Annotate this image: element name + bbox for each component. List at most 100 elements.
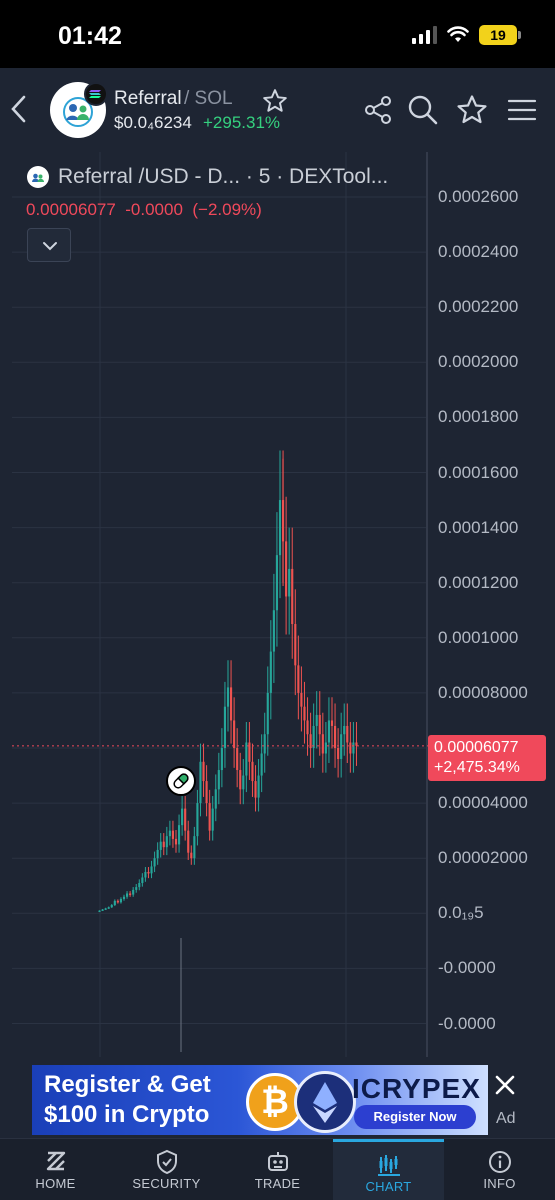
token-header: Referral / SOL $0.0₄6234 +295.31%	[0, 68, 555, 152]
candle	[288, 568, 291, 597]
candle	[294, 624, 297, 666]
candle	[346, 725, 349, 743]
candle	[245, 742, 248, 776]
candle	[269, 651, 272, 693]
y-axis-tick-label: 0.0002200	[438, 297, 519, 317]
candle	[104, 908, 107, 910]
candle	[202, 761, 205, 782]
candle	[337, 748, 340, 760]
candle	[318, 714, 321, 735]
ad-brand: ICRYPEX	[352, 1073, 481, 1104]
nav-info[interactable]: INFO	[444, 1139, 555, 1200]
candle	[113, 900, 116, 906]
candle	[190, 852, 193, 859]
watchlist-star-icon[interactable]	[456, 94, 488, 126]
y-axis-tick-label: 0.0001200	[438, 572, 519, 592]
candle	[303, 706, 306, 721]
candle	[168, 830, 171, 837]
battery-icon: 19	[479, 25, 521, 45]
candle	[110, 905, 113, 908]
ad-headline-line2: $100 in Crypto	[44, 1101, 210, 1128]
candle	[196, 803, 199, 837]
candle	[266, 692, 269, 735]
candle	[312, 725, 315, 748]
candle	[223, 706, 227, 748]
candle	[236, 748, 239, 771]
chart-title: Referral /USD - D... · 5 · DEXTool...	[58, 165, 389, 188]
candle	[333, 725, 337, 748]
candle	[174, 838, 178, 845]
ad-label: Ad	[496, 1110, 516, 1127]
candle	[257, 775, 260, 798]
collapse-legend-button[interactable]	[27, 228, 71, 262]
token-chain: / SOL	[184, 88, 233, 109]
ad-headline-line1: Register & Get	[44, 1071, 211, 1098]
candle	[355, 742, 358, 746]
candle	[208, 803, 211, 831]
y-axis-tick-label: 0.0₁₉5	[438, 903, 484, 923]
candle	[343, 725, 346, 735]
cellular-signal-icon	[412, 26, 437, 44]
candle	[165, 836, 168, 848]
y-axis-tick-label: 0.0001800	[438, 407, 519, 427]
y-axis-tick-label: 0.00004000	[438, 793, 528, 813]
candle	[156, 849, 159, 859]
ad-banner[interactable]: Register & Get $100 in Crypto ₿ ICRYPEX …	[32, 1065, 488, 1135]
candle	[278, 500, 282, 556]
candle	[340, 734, 343, 760]
candle	[147, 871, 150, 874]
token-price: $0.0₄6234	[114, 113, 192, 132]
candle	[306, 720, 309, 735]
back-button[interactable]	[6, 92, 32, 126]
nav-chart[interactable]: CHART	[333, 1139, 444, 1200]
candle	[229, 687, 233, 721]
share-icon[interactable]	[362, 94, 394, 126]
candle	[330, 720, 334, 726]
wifi-icon	[447, 26, 469, 42]
shield-icon	[156, 1149, 177, 1175]
nav-security[interactable]: SECURITY	[111, 1139, 222, 1200]
ad-close-button[interactable]	[489, 1065, 521, 1105]
candle	[260, 753, 263, 776]
home-icon	[46, 1151, 65, 1171]
candle	[125, 893, 129, 897]
candle	[162, 841, 165, 848]
candle	[132, 889, 135, 895]
candle	[98, 910, 101, 913]
candle	[214, 789, 217, 809]
nav-trade[interactable]: TRADE	[222, 1139, 333, 1200]
candle	[107, 907, 110, 909]
candle	[285, 541, 288, 597]
candle	[184, 808, 187, 831]
candle	[119, 898, 123, 903]
menu-icon[interactable]	[506, 94, 538, 126]
solana-chain-icon	[84, 82, 108, 106]
candlestick-chart[interactable]	[0, 152, 555, 1062]
last-price-change: +2,475.34%	[434, 759, 520, 776]
search-icon[interactable]	[407, 94, 439, 126]
candle	[239, 770, 242, 790]
status-time: 01:42	[58, 22, 122, 50]
candle	[272, 610, 275, 652]
candle	[315, 714, 318, 726]
chart-ohlc-values: 0.00006077 -0.0000 (−2.09%)	[26, 200, 262, 219]
candle	[242, 775, 245, 790]
candle	[181, 808, 184, 826]
bottom-navigation: HOME SECURITY TRADE CHART INFO	[0, 1138, 555, 1200]
y-axis-tick-label: 0.0001000	[438, 627, 519, 647]
candle	[129, 893, 132, 895]
pill-marker-icon[interactable]	[166, 766, 196, 796]
favorite-star-icon[interactable]	[262, 88, 288, 114]
candle	[138, 882, 141, 888]
y-axis-tick-label: 0.0002000	[438, 352, 519, 372]
candle	[211, 808, 214, 831]
candle	[297, 665, 300, 693]
candle	[141, 877, 144, 883]
price-chart[interactable]: Referral /USD - D... · 5 · DEXTool... 0.…	[0, 152, 555, 1062]
nav-home[interactable]: HOME	[0, 1139, 111, 1200]
candle	[144, 871, 147, 878]
candle	[150, 866, 153, 874]
y-axis-tick-label: -0.0000	[438, 1013, 496, 1033]
y-axis-tick-label: 0.0002400	[438, 242, 519, 262]
ad-register-button[interactable]: Register Now	[354, 1105, 476, 1129]
